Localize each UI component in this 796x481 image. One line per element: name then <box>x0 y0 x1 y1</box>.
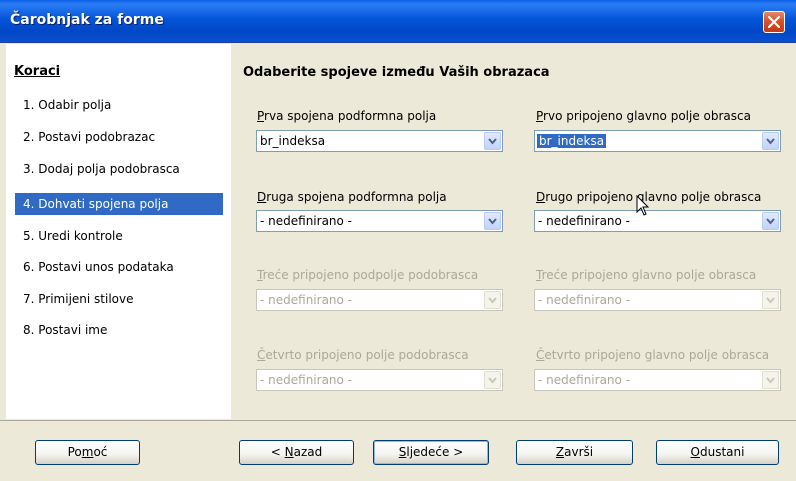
dropdown-arrow-icon <box>488 138 497 145</box>
dropdown-button[interactable] <box>762 132 779 150</box>
step-item[interactable]: 1. Odabir polja <box>15 94 223 116</box>
main-panel: Odaberite spojeve između Vaših obrazaca … <box>231 44 790 419</box>
cancel-button[interactable]: Odustani <box>656 440 779 465</box>
field-label: Prvo pripojeno glavno polje obrasca <box>536 109 751 123</box>
first-main-field-combo[interactable]: br_indeksa <box>534 130 781 152</box>
combo-value: - nedefinirano - <box>260 214 353 228</box>
first-sub-field-combo[interactable]: br_indeksa <box>256 130 503 152</box>
combo-value: - nedefinirano - <box>538 293 631 307</box>
step-item[interactable]: 8. Postavi ime <box>15 319 223 341</box>
step-label: 5. Uredi kontrole <box>23 229 123 243</box>
field-label: Treće pripojeno glavno polje obrasca <box>536 268 757 282</box>
combo-value: - nedefinirano - <box>538 214 631 228</box>
combo-value: - nedefinirano - <box>538 373 631 387</box>
second-main-field-combo[interactable]: - nedefinirano - <box>534 210 781 232</box>
dropdown-button[interactable] <box>484 132 501 150</box>
dropdown-button <box>762 371 779 389</box>
fourth-sub-field-combo: - nedefinirano - <box>256 369 503 391</box>
step-item[interactable]: 5. Uredi kontrole <box>15 225 223 247</box>
combo-value: - nedefinirano - <box>260 293 353 307</box>
page-heading: Odaberite spojeve između Vaših obrazaca <box>243 65 550 80</box>
third-sub-field-combo: - nedefinirano - <box>256 289 503 311</box>
dropdown-arrow-icon <box>488 377 497 384</box>
third-main-field-combo: - nedefinirano - <box>534 289 781 311</box>
mouse-pointer-icon <box>636 195 650 216</box>
dropdown-arrow-icon <box>488 218 497 225</box>
combo-value: - nedefinirano - <box>260 373 353 387</box>
field-label: Druga spojena podformna polja <box>257 190 447 204</box>
field-label: Treće pripojeno podpolje podobrasca <box>257 268 479 282</box>
finish-button[interactable]: Završi <box>516 440 633 465</box>
dropdown-button <box>484 371 501 389</box>
dropdown-button[interactable] <box>762 212 779 230</box>
step-label: 3. Dodaj polja podobrasca <box>23 162 180 176</box>
step-label: 7. Primijeni stilove <box>23 292 134 306</box>
field-label: Prva spojena podformna polja <box>257 109 437 123</box>
dropdown-arrow-icon <box>766 138 775 145</box>
field-label: Četvrto pripojeno polje podobrasca <box>257 348 469 362</box>
wizard-window: Čarobnjak za forme Koraci 1. Odabir polj… <box>0 0 796 481</box>
step-label: 8. Postavi ime <box>23 323 108 337</box>
dropdown-button[interactable] <box>484 212 501 230</box>
title-bar[interactable]: Čarobnjak za forme <box>0 0 796 43</box>
step-item[interactable]: 6. Postavi unos podataka <box>15 256 223 278</box>
window-title: Čarobnjak za forme <box>10 12 164 28</box>
close-button[interactable] <box>763 11 785 33</box>
dropdown-arrow-icon <box>766 377 775 384</box>
step-label: 6. Postavi unos podataka <box>23 260 174 274</box>
step-label: 2. Postavi podobrazac <box>23 130 156 144</box>
combo-value: br_indeksa <box>537 134 607 148</box>
field-label: Četvrto pripojeno glavno polje obrasca <box>536 348 770 362</box>
dropdown-button <box>762 291 779 309</box>
dropdown-button <box>484 291 501 309</box>
help-button[interactable]: Pomoć <box>35 440 140 465</box>
close-icon <box>768 16 780 28</box>
fourth-main-field-combo: - nedefinirano - <box>534 369 781 391</box>
step-item[interactable]: 2. Postavi podobrazac <box>15 126 223 148</box>
dropdown-arrow-icon <box>488 297 497 304</box>
step-item-selected[interactable]: 4. Dohvati spojena polja <box>15 193 223 215</box>
button-divider <box>0 420 796 421</box>
combo-value: br_indeksa <box>260 134 326 148</box>
dropdown-arrow-icon <box>766 297 775 304</box>
step-label: 1. Odabir polja <box>23 98 112 112</box>
step-item[interactable]: 7. Primijeni stilove <box>15 288 223 310</box>
second-sub-field-combo[interactable]: - nedefinirano - <box>256 210 503 232</box>
step-item[interactable]: 3. Dodaj polja podobrasca <box>15 158 223 180</box>
steps-header: Koraci <box>14 64 61 79</box>
dropdown-arrow-icon <box>766 218 775 225</box>
back-button[interactable]: < Nazad <box>239 440 354 465</box>
next-button[interactable]: Sljedeće > <box>373 440 489 465</box>
steps-panel: Koraci 1. Odabir polja 2. Postavi podobr… <box>6 44 231 419</box>
step-label: 4. Dohvati spojena polja <box>23 197 169 211</box>
